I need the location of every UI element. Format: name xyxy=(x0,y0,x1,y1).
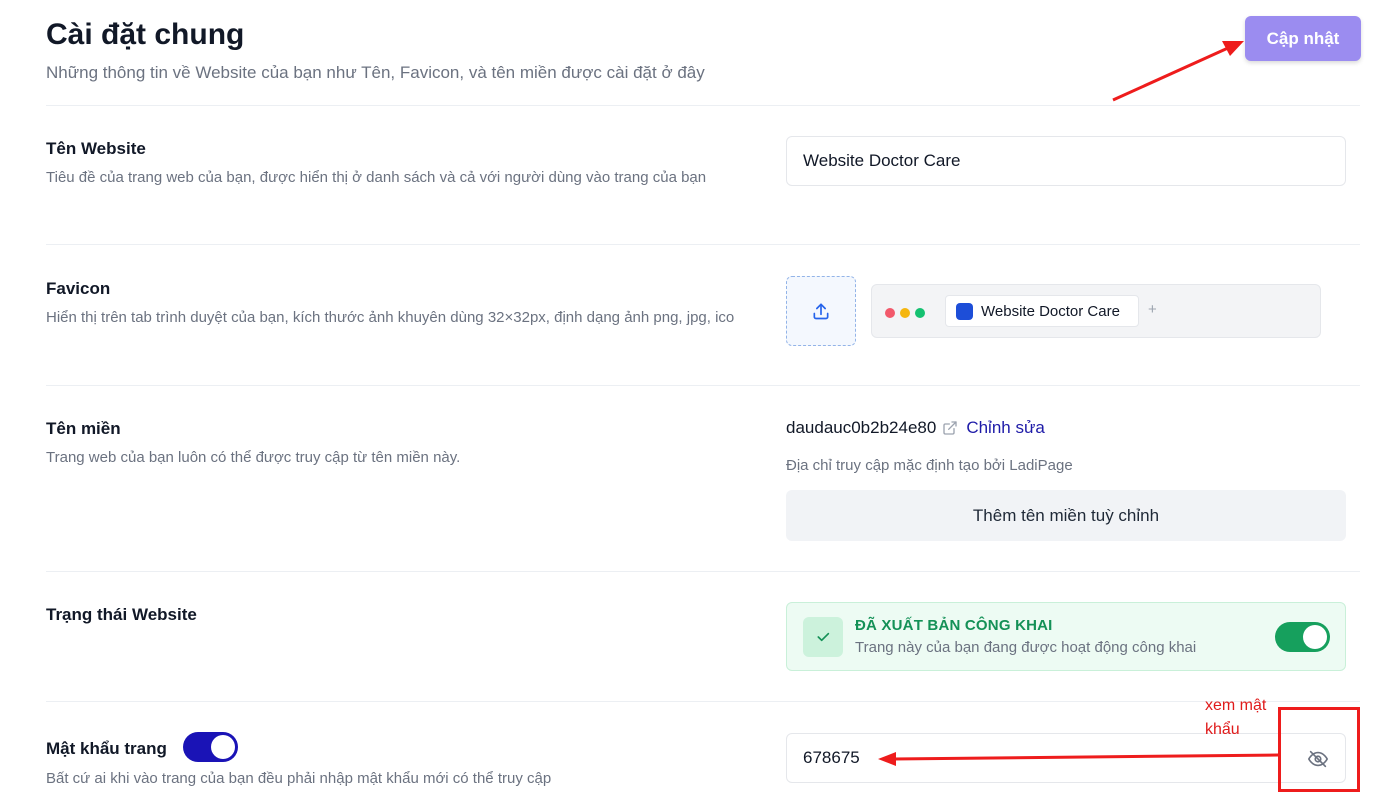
preview-browser-tab: Website Doctor Care xyxy=(945,295,1139,327)
website-name-value: Website Doctor Care xyxy=(803,151,961,170)
status-badge: ĐÃ XUẤT BẢN CÔNG KHAI Trang này của bạn … xyxy=(786,602,1346,671)
divider xyxy=(46,244,1360,245)
annotation-label: xem mật khẩu xyxy=(1205,697,1267,738)
password-title: Mật khẩu trang xyxy=(46,739,167,758)
domain-description: Trang web của bạn luôn có thể được truy … xyxy=(46,449,461,466)
status-badge-title: ĐÃ XUẤT BẢN CÔNG KHAI xyxy=(855,617,1053,634)
preview-new-tab-icon: + xyxy=(1148,301,1157,318)
favicon-upload-button[interactable] xyxy=(786,276,856,346)
check-icon xyxy=(803,617,843,657)
favicon-placeholder-icon xyxy=(956,302,973,320)
add-custom-domain-button[interactable]: Thêm tên miền tuỳ chỉnh xyxy=(786,490,1346,541)
page-subtitle: Những thông tin về Website của bạn như T… xyxy=(46,63,705,82)
annotation-arrows xyxy=(878,41,1279,766)
arrow-to-update-head xyxy=(1222,41,1244,56)
website-name-description: Tiêu đề của trang web của bạn, được hiển… xyxy=(46,169,707,186)
update-button[interactable]: Cập nhật xyxy=(1245,16,1361,61)
external-link-icon[interactable] xyxy=(942,420,958,436)
password-toggle[interactable] xyxy=(183,732,238,762)
preview-tab-label: Website Doctor Care xyxy=(981,302,1120,320)
domain-hint: Địa chỉ truy cập mặc định tạo bởi LadiPa… xyxy=(786,457,1073,474)
domain-value: daudauc0b2b24e80 xyxy=(786,418,937,437)
domain-row: daudauc0b2b24e80 Chỉnh sửa xyxy=(786,418,1045,438)
window-dot-red xyxy=(885,308,895,318)
upload-icon xyxy=(813,303,829,320)
password-value: 678675 xyxy=(803,748,860,767)
status-title: Trạng thái Website xyxy=(46,605,197,624)
website-name-input[interactable]: Website Doctor Care xyxy=(786,136,1346,186)
edit-domain-link[interactable]: Chỉnh sửa xyxy=(966,418,1044,438)
password-description: Bất cứ ai khi vào trang của bạn đều phải… xyxy=(46,770,552,787)
divider xyxy=(46,571,1360,572)
divider xyxy=(46,385,1360,386)
favicon-preview: Website Doctor Care + xyxy=(871,284,1321,338)
page-title: Cài đặt chung xyxy=(46,18,245,51)
window-dot-yellow xyxy=(900,308,910,318)
divider xyxy=(46,105,1360,106)
window-dot-green xyxy=(915,308,925,318)
divider xyxy=(46,701,1360,702)
favicon-title: Favicon xyxy=(46,279,111,298)
status-badge-description: Trang này của bạn đang được hoạt động cô… xyxy=(855,639,1197,656)
arrow-to-update-line xyxy=(1112,46,1229,102)
domain-title: Tên miền xyxy=(46,419,121,438)
annotation-highlight-box xyxy=(1278,707,1360,792)
publish-toggle[interactable] xyxy=(1275,622,1330,652)
website-name-title: Tên Website xyxy=(46,139,146,158)
toggle-knob xyxy=(1303,625,1327,649)
toggle-knob xyxy=(211,735,235,759)
favicon-description: Hiển thị trên tab trình duyệt của bạn, k… xyxy=(46,309,735,326)
